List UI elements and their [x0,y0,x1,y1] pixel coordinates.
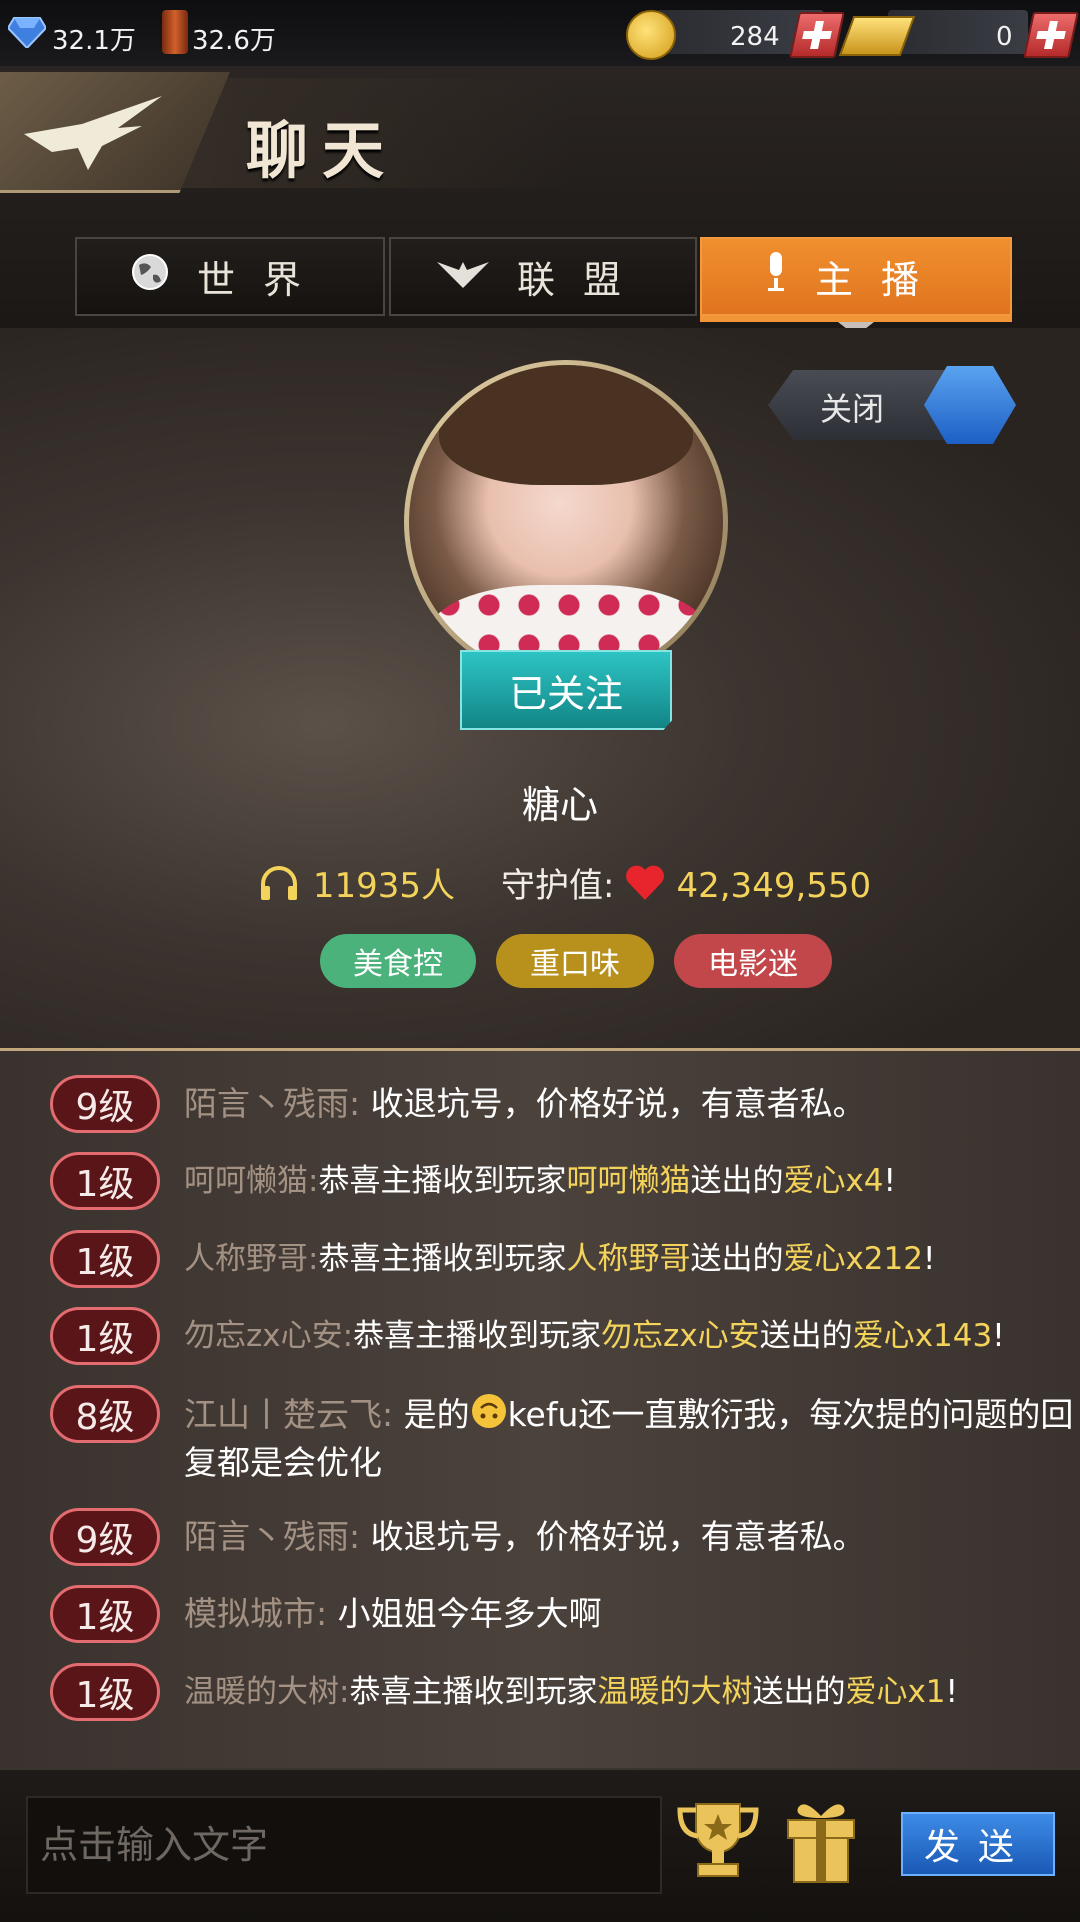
chat-input[interactable] [26,1796,662,1894]
gift-name: 爱心 [852,1318,915,1354]
level-badge: 1级 [50,1152,160,1210]
upside-down-face-emoji-icon [470,1392,508,1441]
tag-heavy-taste: 重口味 [496,934,654,988]
message-text: 恭喜主播收到玩家 [349,1674,598,1710]
listener-count: 11935人 [312,866,456,906]
oil-value: 32.6万 [192,26,276,56]
level-badge: 1级 [50,1230,160,1288]
message-text: 小姐姐今年多大啊 [337,1594,602,1633]
level-badge: 1级 [50,1307,160,1365]
message-username[interactable]: 江山丨楚云飞: [184,1395,393,1434]
eagle-icon [24,96,162,170]
message-username[interactable]: 勿忘zx心安: [184,1318,353,1354]
gift-sender: 呵呵懒猫 [566,1163,691,1199]
level-badge: 8级 [50,1385,160,1443]
headphones-icon [259,866,299,909]
message-body: 陌言丶残雨: 收退坑号，价格好说，有意者私。 [184,1515,1074,1559]
wings-icon [436,257,489,297]
message-text: 送出的 [690,1163,784,1199]
gift-count: x143 [914,1318,993,1354]
heart-icon [624,864,666,911]
message-body: 勿忘zx心安:恭喜主播收到玩家勿忘zx心安送出的爱心x143! [184,1314,1074,1358]
message-text: 是的 [403,1395,470,1434]
message-text: 送出的 [690,1241,784,1277]
trophy-icon[interactable] [676,1800,760,1882]
follow-button[interactable]: 已关注 [460,650,672,730]
globe-icon [131,253,169,300]
gift-name: 爱心 [783,1241,846,1277]
tab-streamer[interactable]: 主播 [700,237,1012,316]
gift-name: 爱心 [783,1163,846,1199]
message-body: 模拟城市: 小姐姐今年多大啊 [184,1592,1074,1636]
guard-label: 守护值: [501,866,615,906]
gift-count: x4 [845,1163,884,1199]
message-text: 送出的 [759,1318,853,1354]
gift-count: x1 [907,1674,946,1710]
message-username[interactable]: 陌言丶残雨: [184,1084,360,1123]
message-username[interactable]: 模拟城市: [184,1594,327,1633]
message-text: 恭喜主播收到玩家 [318,1163,567,1199]
gems-value: 32.1万 [52,26,136,56]
message-username[interactable]: 呵呵懒猫: [184,1163,318,1199]
tab-streamer-label: 主播 [814,258,947,302]
message-text: 收退坑号，价格好说，有意者私。 [370,1084,866,1123]
message-text: ! [945,1674,958,1710]
level-badge: 9级 [50,1075,160,1133]
tag-foodie: 美食控 [320,934,476,988]
message-text: 恭喜主播收到玩家 [353,1318,602,1354]
message-text: 送出的 [752,1674,846,1710]
level-badge: 9级 [50,1508,160,1566]
microphone-icon [765,252,787,301]
message-body: 人称野哥:恭喜主播收到玩家人称野哥送出的爱心x212! [184,1237,1074,1281]
tab-alliance[interactable]: 联盟 [389,237,697,316]
message-body: 江山丨楚云飞: 是的 kefu还一直敷衍我，每次提的问题的回复都是会优化 [184,1392,1074,1485]
gift-icon[interactable] [784,1798,858,1884]
send-button[interactable]: 发送 [901,1812,1055,1876]
message-username[interactable]: 陌言丶残雨: [184,1517,360,1556]
message-text: ! [883,1163,896,1199]
message-body: 温暖的大树:恭喜主播收到玩家温暖的大树送出的爱心x1! [184,1670,1074,1714]
oil-barrel-icon [162,10,188,54]
tab-alliance-label: 联盟 [516,258,649,302]
streamer-name: 糖心 [521,783,598,827]
tag-movie-fan: 电影迷 [674,934,832,988]
message-body: 呵呵懒猫:恭喜主播收到玩家呵呵懒猫送出的爱心x4! [184,1159,1074,1203]
page-title: 聊天 [246,114,399,187]
gift-name: 爱心 [845,1674,908,1710]
tab-world-label: 世界 [196,258,329,302]
coins-value: 284 [730,22,780,52]
message-username[interactable]: 人称野哥: [184,1241,318,1277]
gift-count: x212 [845,1241,923,1277]
message-text: ! [922,1241,936,1277]
streamer-stats: 11935人 守护值: 42,349,550 [0,858,1080,911]
add-gold-button[interactable] [1023,12,1079,58]
message-text: 收退坑号，价格好说，有意者私。 [370,1517,866,1556]
message-username[interactable]: 温暖的大树: [184,1674,349,1710]
message-text: ! [992,1318,1005,1354]
add-coins-button[interactable] [789,12,845,58]
gift-sender: 温暖的大树 [597,1674,753,1710]
avatar-hair [439,365,693,485]
gift-sender: 人称野哥 [566,1241,691,1277]
coin-icon [626,10,676,60]
close-toggle-label: 关闭 [820,390,885,428]
close-toggle[interactable]: 关闭 [768,366,1018,444]
gift-sender: 勿忘zx心安 [601,1318,760,1354]
guard-value: 42,349,550 [676,866,872,906]
message-text: 恭喜主播收到玩家 [318,1241,567,1277]
streamer-avatar[interactable] [409,365,723,679]
gem-icon [6,14,48,50]
gold-value: 0 [996,22,1013,52]
message-body: 陌言丶残雨: 收退坑号，价格好说，有意者私。 [184,1082,1074,1126]
level-badge: 1级 [50,1585,160,1643]
tab-world[interactable]: 世界 [75,237,385,316]
level-badge: 1级 [50,1663,160,1721]
